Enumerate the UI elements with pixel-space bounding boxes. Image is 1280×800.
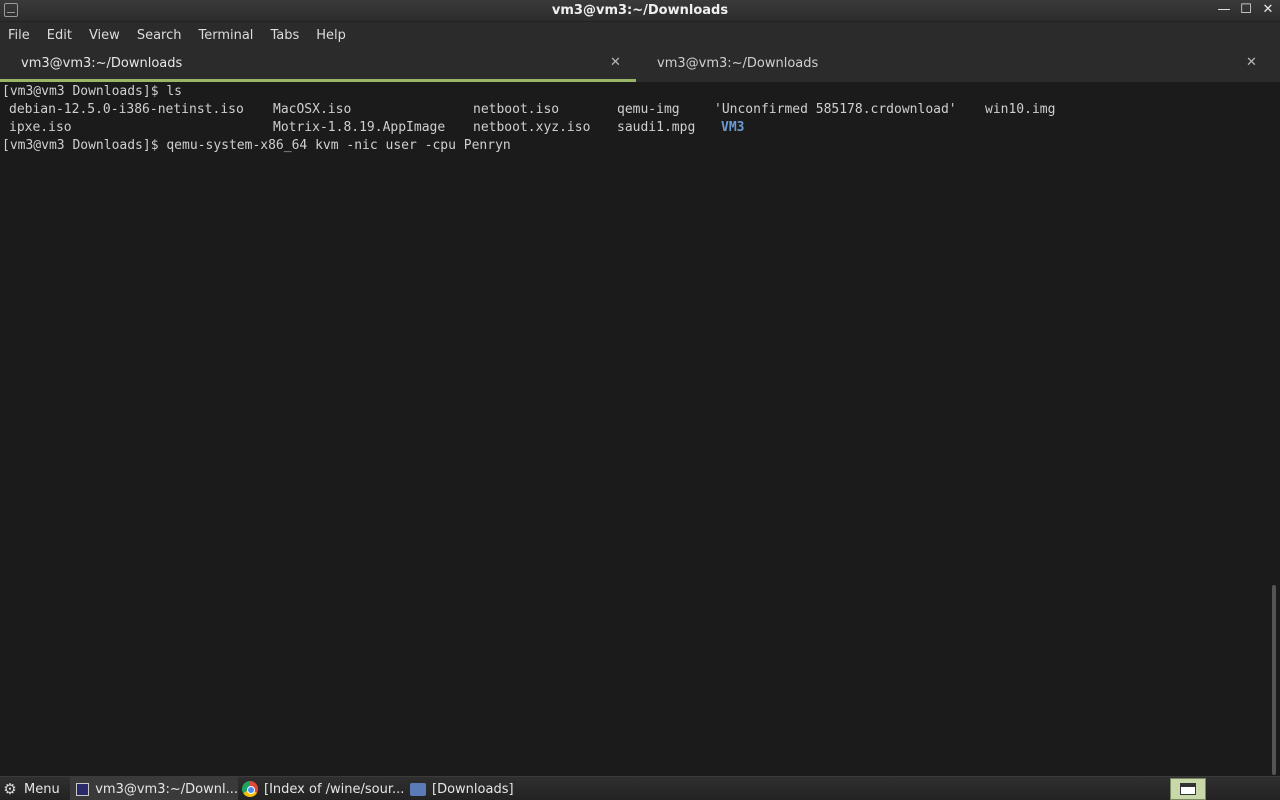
tab-1-label: vm3@vm3:~/Downloads [21,56,183,71]
taskbar-item-files[interactable]: [Downloads] [408,777,528,800]
window-icon [1180,783,1196,795]
ls-entry: ipxe.iso [9,120,72,135]
tab-2-label: vm3@vm3:~/Downloads [657,56,819,71]
menu-edit[interactable]: Edit [47,28,72,43]
ls-entry: MacOSX.iso [273,102,352,117]
terminal-scrollbar[interactable] [1268,82,1280,776]
taskbar-item-label: vm3@vm3:~/Downl... [95,781,238,797]
terminal-output[interactable]: [vm3@vm3 Downloads]$ ls debian-12.5.0-i3… [0,82,1268,776]
tab-2[interactable]: vm3@vm3:~/Downloads ✕ [636,48,1280,82]
ls-entry: 'Unconfirmed 585178.crdownload' [714,102,957,117]
ls-entry: netboot.xyz.iso [473,120,591,135]
ls-entry: saudi1.mpg [617,120,696,135]
terminal-line-command: [vm3@vm3 Downloads]$ qemu-system-x86_64 … [2,138,511,153]
menu-file[interactable]: File [8,28,30,43]
ls-entry: debian-12.5.0-i386-netinst.iso [9,102,244,117]
taskbar-item-label: [Downloads] [432,781,514,797]
terminal-line-ls: [vm3@vm3 Downloads]$ ls [2,84,183,99]
title-bar: vm3@vm3:~/Downloads — ☐ ✕ [0,0,1280,22]
tab-1-close-icon[interactable]: ✕ [610,55,621,70]
taskbar-item-browser[interactable]: [Index of /wine/sour... [240,777,406,800]
tab-2-close-icon[interactable]: ✕ [1246,55,1257,70]
menu-bar: File Edit View Search Terminal Tabs Help [0,22,1280,48]
ls-entry: qemu-img [617,102,680,117]
close-icon[interactable]: ✕ [1260,1,1276,19]
scrollbar-thumb[interactable] [1272,585,1276,775]
ls-entry: win10.img [985,102,1056,117]
start-menu-button[interactable]: ⚙ Menu [2,777,60,800]
taskbar: ⚙ Menu vm3@vm3:~/Downl... [Index of /win… [0,776,1280,800]
taskbar-item-terminal[interactable]: vm3@vm3:~/Downl... [70,777,238,800]
terminal-icon [76,782,90,796]
ls-entry: Motrix-1.8.19.AppImage [273,120,446,135]
ls-directory-entry: VM3 [721,120,745,135]
menu-tabs[interactable]: Tabs [270,28,299,43]
tab-bar: vm3@vm3:~/Downloads ✕ vm3@vm3:~/Download… [0,48,1280,82]
maximize-icon[interactable]: ☐ [1238,1,1254,19]
tab-1[interactable]: vm3@vm3:~/Downloads ✕ [0,48,636,82]
chrome-icon [242,781,258,797]
menu-view[interactable]: View [89,28,120,43]
minimize-icon[interactable]: — [1216,1,1232,19]
window-title: vm3@vm3:~/Downloads [551,3,729,18]
ls-entry: netboot.iso [473,102,560,117]
gear-icon: ⚙ [3,780,17,798]
folder-icon [410,782,426,796]
taskbar-item-label: [Index of /wine/sour... [264,781,405,797]
start-menu-label: Menu [24,781,60,797]
show-desktop-button[interactable] [1170,778,1206,800]
menu-search[interactable]: Search [137,28,182,43]
menu-help[interactable]: Help [316,28,346,43]
menu-terminal[interactable]: Terminal [198,28,253,43]
